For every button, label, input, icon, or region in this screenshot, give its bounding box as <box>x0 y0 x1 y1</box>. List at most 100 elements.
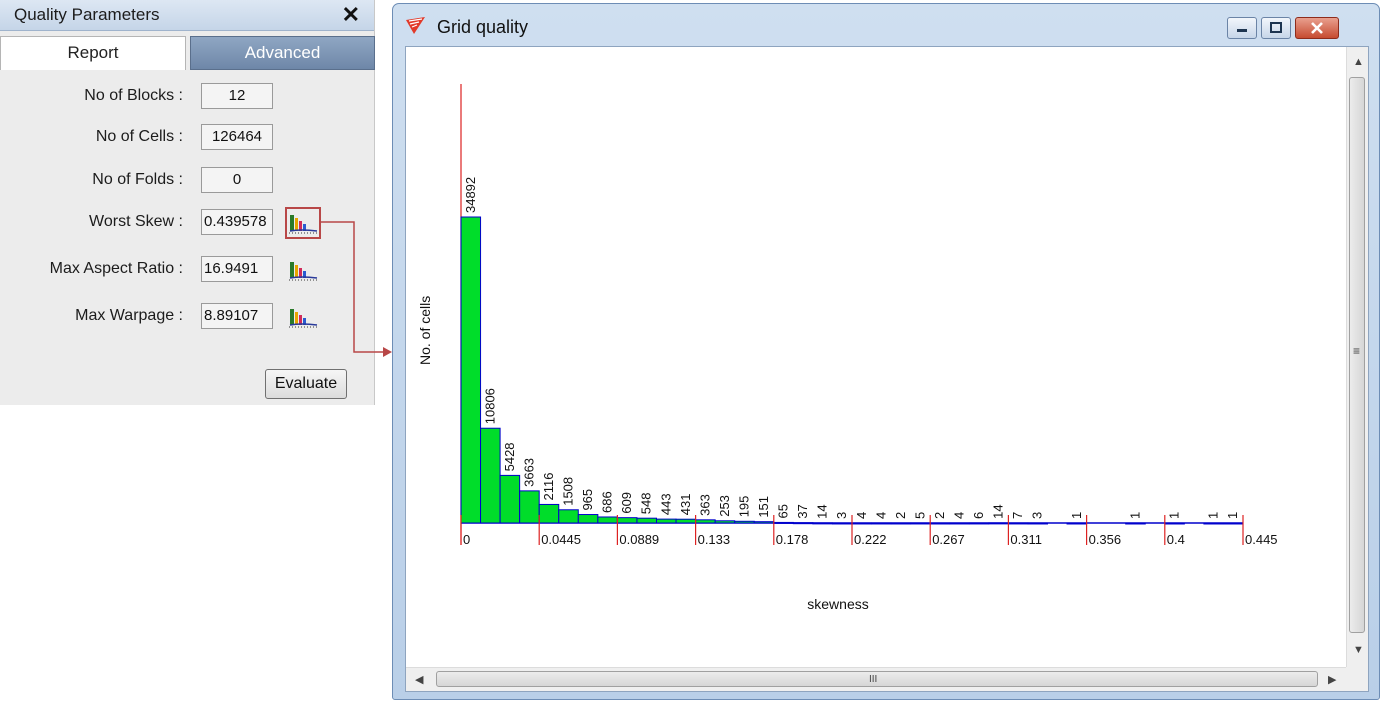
bar-value-label: 431 <box>678 494 693 516</box>
bar-value-label: 4 <box>873 512 888 519</box>
histogram-bar <box>558 509 579 524</box>
skewness-histogram: 348921080654283663 2116 1508 965 686 609 548 44… <box>417 84 1278 612</box>
histogram-bar <box>597 516 618 524</box>
label-no-of-blocks: No of Blocks : <box>84 87 183 104</box>
row-worst-skew: Worst Skew : 0.439578 <box>0 207 375 239</box>
histogram-bar <box>1066 522 1088 525</box>
tab-advanced[interactable]: Advanced <box>190 36 375 70</box>
histogram-bar <box>499 474 521 524</box>
histogram-icon <box>289 262 318 281</box>
bar-value-label: 34892 <box>463 177 478 213</box>
bar-value-label: 1508 <box>561 477 576 506</box>
scroll-down-icon[interactable]: ▼ <box>1353 645 1364 656</box>
row-no-of-folds: No of Folds : 0 <box>0 167 375 197</box>
scroll-corner <box>1346 667 1368 691</box>
histogram-bar <box>753 521 775 524</box>
x-tick-label: 0.0889 <box>619 532 659 547</box>
label-worst-skew: Worst Skew : <box>89 213 183 230</box>
app-icon <box>406 17 425 34</box>
bar-value-label: 548 <box>639 492 654 514</box>
scroll-left-icon[interactable]: ◀ <box>415 675 423 686</box>
histogram-bar <box>616 517 638 524</box>
histogram-bar <box>538 503 560 524</box>
vertical-scrollbar[interactable]: ▲ ≡ ▼ <box>1346 47 1368 667</box>
x-tick-label: 0.133 <box>698 532 731 547</box>
histogram-bar <box>519 490 540 524</box>
bar-value-label: 2116 <box>541 472 556 500</box>
vertical-scroll-thumb[interactable]: ≡ <box>1349 77 1365 633</box>
histogram-bar <box>577 514 599 524</box>
horizontal-scrollbar[interactable]: ◀ III ▶ <box>406 667 1348 691</box>
bar-value-label: 151 <box>756 496 771 518</box>
bar-value-label: 5428 <box>502 442 517 471</box>
bar-value-label: 2 <box>932 512 947 519</box>
label-no-of-folds: No of Folds : <box>92 171 183 188</box>
window-title: Grid quality <box>437 17 529 37</box>
evaluate-button[interactable]: Evaluate <box>265 369 347 399</box>
close-icon[interactable]: ✕ <box>342 2 360 28</box>
vscroll-grip: ≡ <box>1353 344 1361 358</box>
value-no-of-blocks: 12 <box>201 83 273 109</box>
maximize-button[interactable] <box>1261 17 1291 39</box>
close-icon <box>1311 22 1323 34</box>
bar-value-label: 609 <box>619 492 634 514</box>
bar-value-label: 14 <box>991 504 1006 518</box>
row-max-warpage: Max Warpage : 8.89107 <box>0 303 375 333</box>
minimize-icon <box>1237 29 1247 32</box>
histogram-bar <box>1007 522 1029 525</box>
x-tick-label: 0.311 <box>1010 532 1042 547</box>
panel-titlebar: Quality Parameters ✕ <box>0 0 374 31</box>
scroll-up-icon[interactable]: ▲ <box>1353 57 1364 68</box>
bar-value-label: 3 <box>834 512 849 519</box>
warpage-histogram-button[interactable] <box>287 305 319 331</box>
histogram-bar <box>910 522 931 525</box>
x-tick-label: 0.356 <box>1089 532 1122 547</box>
label-max-warpage: Max Warpage : <box>75 307 183 324</box>
window-close-button[interactable] <box>1295 17 1339 39</box>
value-no-of-folds: 0 <box>201 167 273 193</box>
bar-value-label: 6 <box>971 512 986 519</box>
tab-report[interactable]: Report <box>0 36 186 70</box>
histogram-bar <box>968 522 990 525</box>
histogram-bar <box>734 520 755 524</box>
histogram-bar <box>812 522 833 525</box>
histogram-bar <box>480 427 501 524</box>
bar-value-label: 195 <box>736 496 751 518</box>
histogram-icon <box>289 309 318 328</box>
bar-value-label: 14 <box>815 504 830 518</box>
bar-value-label: 37 <box>795 504 810 518</box>
bar-value-label: 3 <box>1030 512 1045 519</box>
bar-value-label: 253 <box>717 495 732 517</box>
bar-value-label: 4 <box>854 512 869 519</box>
horizontal-scroll-thumb[interactable]: III <box>436 671 1318 687</box>
bar-value-label: 965 <box>580 489 595 511</box>
minimize-button[interactable] <box>1227 17 1257 39</box>
x-axis-label: skewness <box>807 596 868 612</box>
x-tick-label: 0.4 <box>1167 532 1185 547</box>
bar-value-label: 65 <box>776 504 791 518</box>
label-no-of-cells: No of Cells : <box>95 128 183 145</box>
bar-value-label: 10806 <box>482 388 497 424</box>
histogram-bar <box>831 522 853 525</box>
histogram-bar <box>714 520 736 524</box>
row-no-of-blocks: No of Blocks : 12 <box>0 83 375 113</box>
histogram-bar <box>1027 522 1049 525</box>
value-max-warpage: 8.89107 <box>201 303 273 329</box>
histogram-bar <box>460 216 482 524</box>
bar-value-label: 686 <box>600 491 615 513</box>
histogram-bar <box>929 522 951 525</box>
histogram-bar <box>773 521 794 524</box>
bar-value-label: 1 <box>1206 512 1221 519</box>
histogram-bar <box>890 522 912 525</box>
histogram-bar <box>792 522 814 525</box>
histogram-bar <box>695 519 716 524</box>
histogram-bar <box>871 522 892 525</box>
bar-value-label: 2 <box>893 512 908 519</box>
aspect-ratio-histogram-button[interactable] <box>287 258 319 284</box>
worst-skew-histogram-button[interactable] <box>285 207 321 239</box>
bar-value-label: 1 <box>1167 512 1182 519</box>
quality-parameters-panel: Quality Parameters ✕ Report Advanced No … <box>0 0 375 405</box>
scroll-right-icon[interactable]: ▶ <box>1328 675 1336 686</box>
chart-area: 34892 10806 5428 3663 2116 1508 965 686 609 548 44… <box>405 46 1369 692</box>
histogram-bar <box>1164 522 1185 525</box>
